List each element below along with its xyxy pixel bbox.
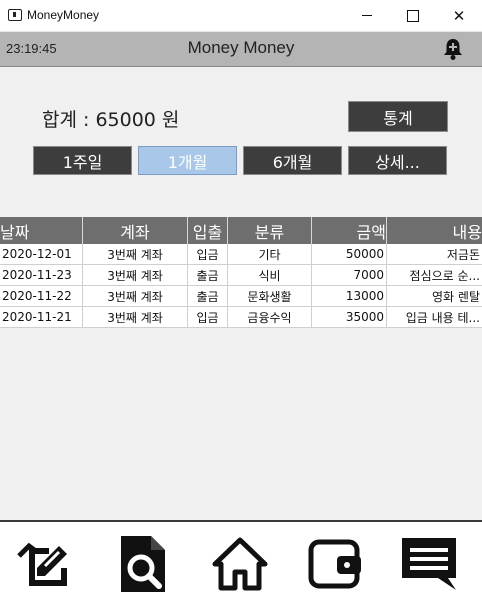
table-header: 날짜 계좌 입출 분류 금액 내용 — [0, 217, 482, 244]
period-1month-button[interactable]: 1개월 — [138, 146, 237, 175]
header-type[interactable]: 입출 — [188, 217, 228, 244]
home-icon[interactable] — [209, 532, 271, 594]
document-edit-icon[interactable] — [15, 532, 77, 594]
cell-account: 3번째 계좌 — [83, 244, 188, 264]
title-bar: MoneyMoney ✕ — [0, 0, 482, 32]
header-date[interactable]: 날짜 — [0, 217, 83, 244]
cell-date: 2020-12-01 — [0, 244, 83, 264]
transactions-table: 날짜 계좌 입출 분류 금액 내용 2020-12-01 3번째 계좌 입금 기… — [0, 217, 482, 328]
header-category[interactable]: 분류 — [228, 217, 312, 244]
cell-category: 식비 — [228, 265, 312, 285]
cell-account: 3번째 계좌 — [83, 307, 188, 327]
cell-amount: 35000 — [312, 307, 387, 327]
header-account[interactable]: 계좌 — [83, 217, 188, 244]
cell-type: 출금 — [188, 265, 228, 285]
app-icon — [8, 9, 22, 21]
maximize-button[interactable] — [390, 0, 436, 31]
minimize-button[interactable] — [344, 0, 390, 31]
table-row[interactable]: 2020-11-21 3번째 계좌 입금 금융수익 35000 입금 내용 테.… — [0, 307, 482, 328]
cell-date: 2020-11-21 — [0, 307, 83, 327]
cell-memo: 영화 렌탈 — [432, 289, 480, 304]
period-6months-button[interactable]: 6개월 — [243, 146, 342, 175]
app-title: Money Money — [187, 38, 295, 57]
cell-amount: 7000 — [312, 265, 387, 285]
cell-date: 2020-11-22 — [0, 286, 83, 306]
cell-date: 2020-11-23 — [0, 265, 83, 285]
document-search-icon[interactable] — [113, 532, 175, 594]
cell-type: 입금 — [188, 307, 228, 327]
cell-account: 3번째 계좌 — [83, 265, 188, 285]
cell-type: 출금 — [188, 286, 228, 306]
wallet-icon[interactable] — [305, 532, 367, 594]
window-title: MoneyMoney — [27, 8, 100, 22]
app-header: 23:19:45 Money Money — [0, 32, 482, 67]
period-detail-button[interactable]: 상세... — [348, 146, 447, 175]
statistics-button[interactable]: 통계 — [348, 101, 448, 132]
app-window: MoneyMoney ✕ 23:19:45 Money Money 합계 : 6… — [0, 0, 482, 605]
bottom-navigation — [0, 520, 482, 605]
cell-memo: 저금돈 — [446, 247, 480, 262]
cell-category: 금융수익 — [228, 307, 312, 327]
cell-memo: 점심으로 순... — [409, 268, 480, 283]
cell-category: 문화생활 — [228, 286, 312, 306]
chat-message-icon[interactable] — [398, 532, 460, 594]
cell-category: 기타 — [228, 244, 312, 264]
bell-plus-icon[interactable] — [442, 37, 464, 61]
table-row[interactable]: 2020-11-22 3번째 계좌 출금 문화생활 13000 영화 렌탈 — [0, 286, 482, 307]
close-button[interactable]: ✕ — [436, 0, 482, 31]
header-amount[interactable]: 금액 — [312, 217, 387, 244]
header-memo[interactable]: 내용 — [387, 217, 482, 244]
cell-amount: 50000 — [312, 244, 387, 264]
table-row[interactable]: 2020-12-01 3번째 계좌 입금 기타 50000 저금돈 — [0, 244, 482, 265]
cell-amount: 13000 — [312, 286, 387, 306]
cell-memo: 입금 내용 테... — [405, 310, 480, 325]
total-amount-label: 합계 : 65000 원 — [42, 109, 180, 131]
cell-account: 3번째 계좌 — [83, 286, 188, 306]
table-row[interactable]: 2020-11-23 3번째 계좌 출금 식비 7000 점심으로 순... — [0, 265, 482, 286]
period-1week-button[interactable]: 1주일 — [33, 146, 132, 175]
cell-type: 입금 — [188, 244, 228, 264]
